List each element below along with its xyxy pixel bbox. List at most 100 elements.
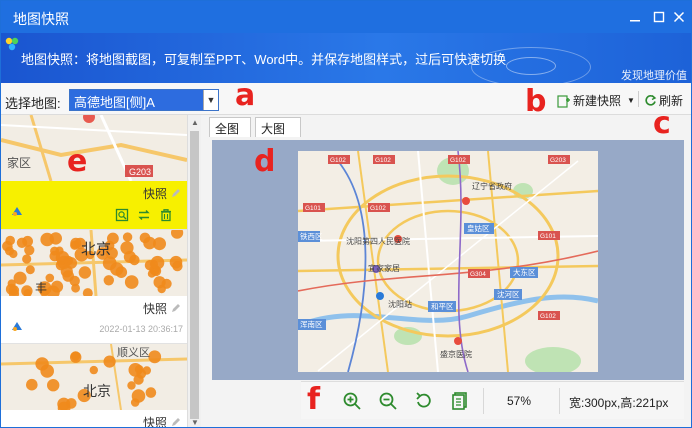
road-badge-label: G203 <box>550 157 566 164</box>
edit-icon[interactable] <box>171 303 181 313</box>
poi-label: 辽宁省政府 <box>472 181 512 191</box>
close-icon[interactable] <box>669 7 689 27</box>
heat-dot <box>145 387 157 398</box>
heat-dot <box>172 260 183 272</box>
preview-map-image[interactable]: G102 G102 G102 G203 G101 G102 G304 G101 G102 辽宁省… <box>298 151 598 372</box>
marker-b: b <box>525 84 547 119</box>
heat-dot <box>24 245 35 256</box>
zoom-out-icon[interactable] <box>377 390 399 412</box>
title-bar: 地图快照 <box>1 1 691 33</box>
tab-full-map[interactable]: 全图 <box>209 117 251 137</box>
snapshot-thumbnail[interactable]: 家区 G203 <box>1 115 187 181</box>
toolbar-divider <box>638 91 639 107</box>
road-badge-label: G101 <box>305 205 321 212</box>
heat-dot <box>89 365 99 375</box>
scrollbar-thumb[interactable] <box>190 131 199 419</box>
road-badge-label: G102 <box>370 205 386 212</box>
banner-slogan: 发现地理价值 <box>621 70 687 82</box>
toolbar: 选择地图: 高德地图[侧]A ▼ 新建快照 ▼ 刷新 <box>1 83 691 115</box>
map-type-icon <box>12 207 22 216</box>
road-badge: G203 <box>129 167 151 177</box>
marker-a: a <box>235 78 256 113</box>
road-badge-label: G304 <box>470 271 486 278</box>
snapshot-caption: 快照 <box>142 416 167 428</box>
snapshot-list-scrollbar[interactable]: ▲ ▼ <box>187 115 202 427</box>
snapshot-thumbnail[interactable]: 北京 丰 <box>1 230 187 296</box>
heat-dot <box>5 283 17 295</box>
new-snapshot-label: 新建快照 <box>573 94 622 108</box>
marker-d: d <box>254 144 276 179</box>
window-title: 地图快照 <box>13 11 69 27</box>
district-label: 沈河区 <box>497 289 520 299</box>
copy-icon[interactable] <box>449 390 471 412</box>
poi-label: 盛京医院 <box>440 349 472 359</box>
heat-dot <box>63 255 74 266</box>
road-badge-label: G101 <box>540 233 556 240</box>
heat-dot <box>47 379 60 392</box>
scroll-down-icon[interactable]: ▼ <box>188 415 202 427</box>
zoombar-divider <box>559 388 560 414</box>
maximize-icon[interactable] <box>649 7 669 27</box>
thumb-label: 丰 <box>35 281 47 295</box>
map-select-value: 高德地图[侧]A <box>74 95 155 110</box>
banner-description: 地图快照：将地图截图，可复制至PPT、Word中。并保存地图样式，过后可快速切换 <box>21 52 507 67</box>
heat-dot <box>130 398 140 407</box>
district-label: 浑南区 <box>300 319 323 329</box>
heat-dot <box>9 249 18 259</box>
heat-dot <box>69 275 80 287</box>
snapshot-caption: 快照 <box>142 302 167 316</box>
map-select-label: 选择地图: <box>5 96 61 111</box>
district-label: 皇姑区 <box>467 223 490 233</box>
zoom-level: 57% <box>507 394 532 408</box>
district-label: 大东区 <box>513 267 536 277</box>
delete-icon[interactable] <box>159 208 173 222</box>
district-label: 和平区 <box>431 302 454 311</box>
snapshot-card-2[interactable]: 北京 丰 快照 2022-01-13 20:36:17 <box>1 229 187 343</box>
new-snapshot-button[interactable]: 新建快照 ▼ <box>557 92 635 109</box>
snapshot-timestamp: 2022-01-13 20:36:17 <box>99 324 183 334</box>
map-select[interactable]: 高德地图[侧]A ▼ <box>69 89 219 111</box>
edit-icon[interactable] <box>171 417 181 427</box>
heat-dot <box>124 275 139 289</box>
heat-dot <box>147 269 156 278</box>
minimize-icon[interactable] <box>625 7 645 27</box>
caret-down-icon[interactable]: ▼ <box>627 96 635 105</box>
tab-large-map[interactable]: 大图 <box>255 117 301 137</box>
heat-dot <box>120 241 134 255</box>
heat-dot <box>70 351 82 363</box>
road-badge-label: G102 <box>330 157 346 164</box>
add-snapshot-icon <box>557 94 570 108</box>
preview-icon[interactable] <box>115 208 129 222</box>
snapshot-actions <box>115 208 173 222</box>
poi-label: 沈阳站 <box>388 299 412 309</box>
heat-dot <box>22 254 32 264</box>
marker-c: c <box>653 106 671 141</box>
info-banner: 地图快照：将地图截图，可复制至PPT、Word中。并保存地图样式，过后可快速切换… <box>1 33 691 83</box>
chevron-down-icon[interactable]: ▼ <box>203 90 218 110</box>
scroll-up-icon[interactable]: ▲ <box>188 115 202 129</box>
image-size: 宽:300px,高:221px <box>569 396 669 410</box>
app-window: 地图快照 地图快照：将地图截图，可复制至PPT、Word中。并保存地图样式，过后… <box>0 0 692 428</box>
zoom-in-icon[interactable] <box>341 390 363 412</box>
thumb-label: 家区 <box>7 155 31 170</box>
marker-e: e <box>67 144 88 179</box>
undo-icon[interactable] <box>413 390 435 412</box>
heat-dot <box>129 254 140 266</box>
switch-icon[interactable] <box>137 208 151 222</box>
heat-dot <box>128 363 143 377</box>
heat-dot <box>70 240 80 250</box>
road-badge-label: G102 <box>375 157 391 164</box>
snapshot-card-1[interactable]: 家区 G203 快照 <box>1 115 187 229</box>
marker-f: f <box>307 382 321 417</box>
heat-dot <box>139 232 151 244</box>
heat-dot <box>35 357 49 371</box>
heat-dot <box>103 275 115 286</box>
preview-toolbar: 57% 宽:300px,高:221px <box>301 381 684 419</box>
snapshot-card-3[interactable]: 顺义区 北京 快照 <box>1 343 187 428</box>
poi-label: 沈阳第四人民医院 <box>346 236 410 246</box>
road-badge-label: G102 <box>540 313 556 320</box>
edit-icon[interactable] <box>171 188 181 198</box>
heat-dot <box>115 266 128 278</box>
snapshot-thumbnail[interactable]: 顺义区 北京 <box>1 344 187 410</box>
heat-dot <box>25 265 35 275</box>
